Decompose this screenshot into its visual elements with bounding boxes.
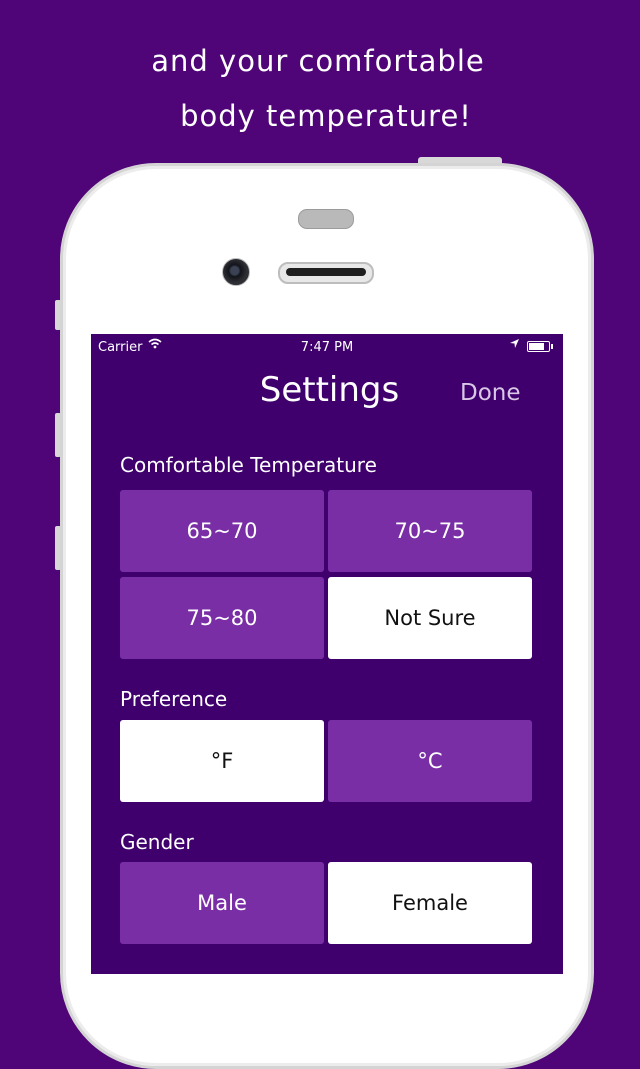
temp-option-65-70[interactable]: 65~70 bbox=[120, 490, 324, 572]
preference-section-label: Preference bbox=[120, 687, 228, 711]
temp-option-75-80[interactable]: 75~80 bbox=[120, 577, 324, 659]
temp-option-not-sure[interactable]: Not Sure bbox=[328, 577, 532, 659]
front-camera-icon bbox=[222, 258, 250, 286]
temp-option-70-75[interactable]: 70~75 bbox=[328, 490, 532, 572]
gender-option-male[interactable]: Male bbox=[120, 862, 324, 944]
status-time: 7:47 PM bbox=[300, 340, 354, 355]
unit-option-fahrenheit[interactable]: °F bbox=[120, 720, 324, 802]
caption-line-1: and your comfortable bbox=[151, 44, 485, 78]
sensor-bar bbox=[298, 209, 354, 229]
battery-icon bbox=[527, 341, 553, 352]
status-bar: Carrier 7:47 PM bbox=[91, 334, 563, 360]
gender-section-label: Gender bbox=[120, 830, 194, 854]
location-arrow-icon bbox=[509, 338, 520, 352]
caption-line-2: body temperature! bbox=[180, 99, 472, 133]
gender-option-female[interactable]: Female bbox=[328, 862, 532, 944]
unit-option-celsius[interactable]: °C bbox=[328, 720, 532, 802]
done-button[interactable]: Done bbox=[460, 380, 521, 406]
speaker-grille bbox=[278, 262, 374, 284]
temperature-section-label: Comfortable Temperature bbox=[120, 453, 377, 477]
app-screen: Carrier 7:47 PM Settings Done Comfortabl… bbox=[91, 334, 563, 974]
